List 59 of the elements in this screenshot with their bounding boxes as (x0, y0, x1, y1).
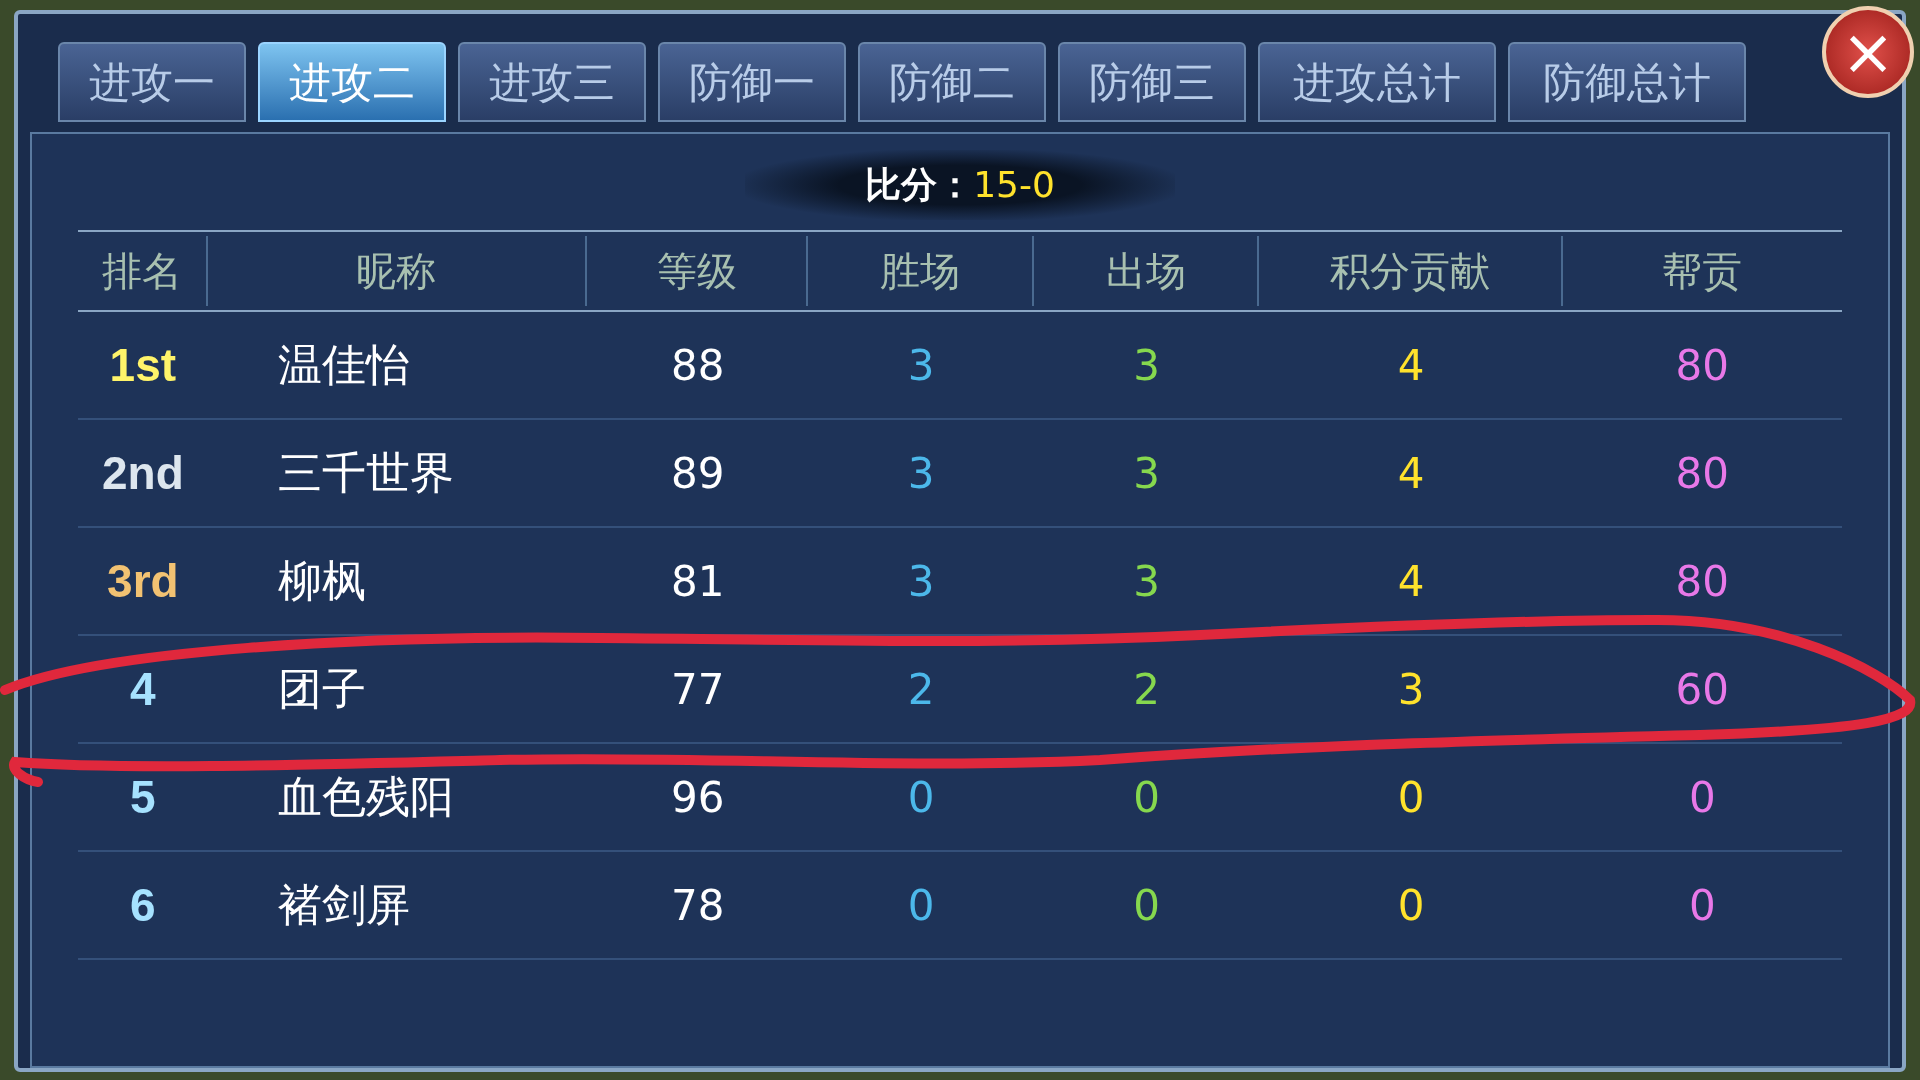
tab[interactable]: 进攻一 (58, 42, 246, 122)
table-cell-text: 2 (907, 663, 935, 716)
score-value: 15-0 (973, 163, 1055, 207)
rank-label: 5 (130, 769, 156, 825)
table-cell-text: 0 (1133, 879, 1160, 932)
column-header: 昵称 (356, 247, 437, 296)
tab[interactable]: 进攻二 (258, 42, 446, 122)
table-cell-text: 4 (1397, 339, 1425, 392)
table-cell-text: 3 (1133, 339, 1160, 392)
player-name: 温佳怡 (277, 338, 410, 392)
table-cell-text: 77 (670, 663, 725, 716)
rank-label: 1st (109, 337, 177, 393)
table-cell-text: 0 (1688, 771, 1716, 824)
rank-label: 2nd (101, 445, 184, 501)
tab[interactable]: 防御二 (858, 42, 1046, 122)
table-cell-text: 80 (1675, 555, 1730, 608)
table-cell-text: 0 (1133, 771, 1160, 824)
table-cell-text: 3 (1133, 447, 1160, 500)
column-header: 排名 (101, 247, 182, 296)
column-header: 积分贡献 (1329, 247, 1490, 296)
player-name: 血色残阳 (277, 770, 454, 824)
table-cell-text: 78 (670, 879, 725, 932)
player-name: 褚剑屏 (277, 878, 410, 932)
table-cell-text: 88 (670, 339, 725, 392)
table-cell-text: 3 (907, 555, 935, 608)
table-cell-text: 4 (1397, 447, 1425, 500)
tab[interactable]: 进攻总计 (1258, 42, 1496, 122)
tab[interactable]: 防御一 (658, 42, 846, 122)
tab[interactable]: 防御总计 (1508, 42, 1746, 122)
score-label: 比分： (865, 163, 974, 207)
tab[interactable]: 进攻三 (458, 42, 646, 122)
rank-label: 3rd (107, 553, 179, 609)
table-cell-text: 3 (907, 447, 935, 500)
column-header: 胜场 (880, 247, 961, 296)
table-cell-text: 3 (1397, 663, 1425, 716)
table-cell-text: 0 (1397, 879, 1425, 932)
player-name: 团子 (277, 662, 366, 716)
table-cell-text: 3 (907, 339, 935, 392)
rank-label: 4 (130, 661, 156, 717)
column-header: 帮贡 (1662, 247, 1743, 296)
table-cell-text: 96 (670, 771, 725, 824)
player-name: 柳枫 (277, 554, 366, 608)
column-header: 等级 (656, 247, 737, 296)
table-cell-text: 89 (670, 447, 725, 500)
table-cell-text: 4 (1397, 555, 1425, 608)
table-cell-text: 2 (1133, 663, 1160, 716)
table-cell-text: 80 (1675, 339, 1730, 392)
table-cell-text: 81 (670, 555, 725, 608)
table-cell-text: 60 (1675, 663, 1730, 716)
table-cell-text: 0 (907, 879, 935, 932)
rank-label: 6 (130, 877, 156, 933)
tab[interactable]: 防御三 (1058, 42, 1246, 122)
table-cell-text: 80 (1675, 447, 1730, 500)
player-name: 三千世界 (277, 446, 454, 500)
table-cell-text: 3 (1133, 555, 1160, 608)
table-cell-text: 0 (1688, 879, 1716, 932)
table-cell-text: 0 (907, 771, 935, 824)
column-header: 出场 (1105, 247, 1186, 296)
table-cell-text: 0 (1397, 771, 1425, 824)
